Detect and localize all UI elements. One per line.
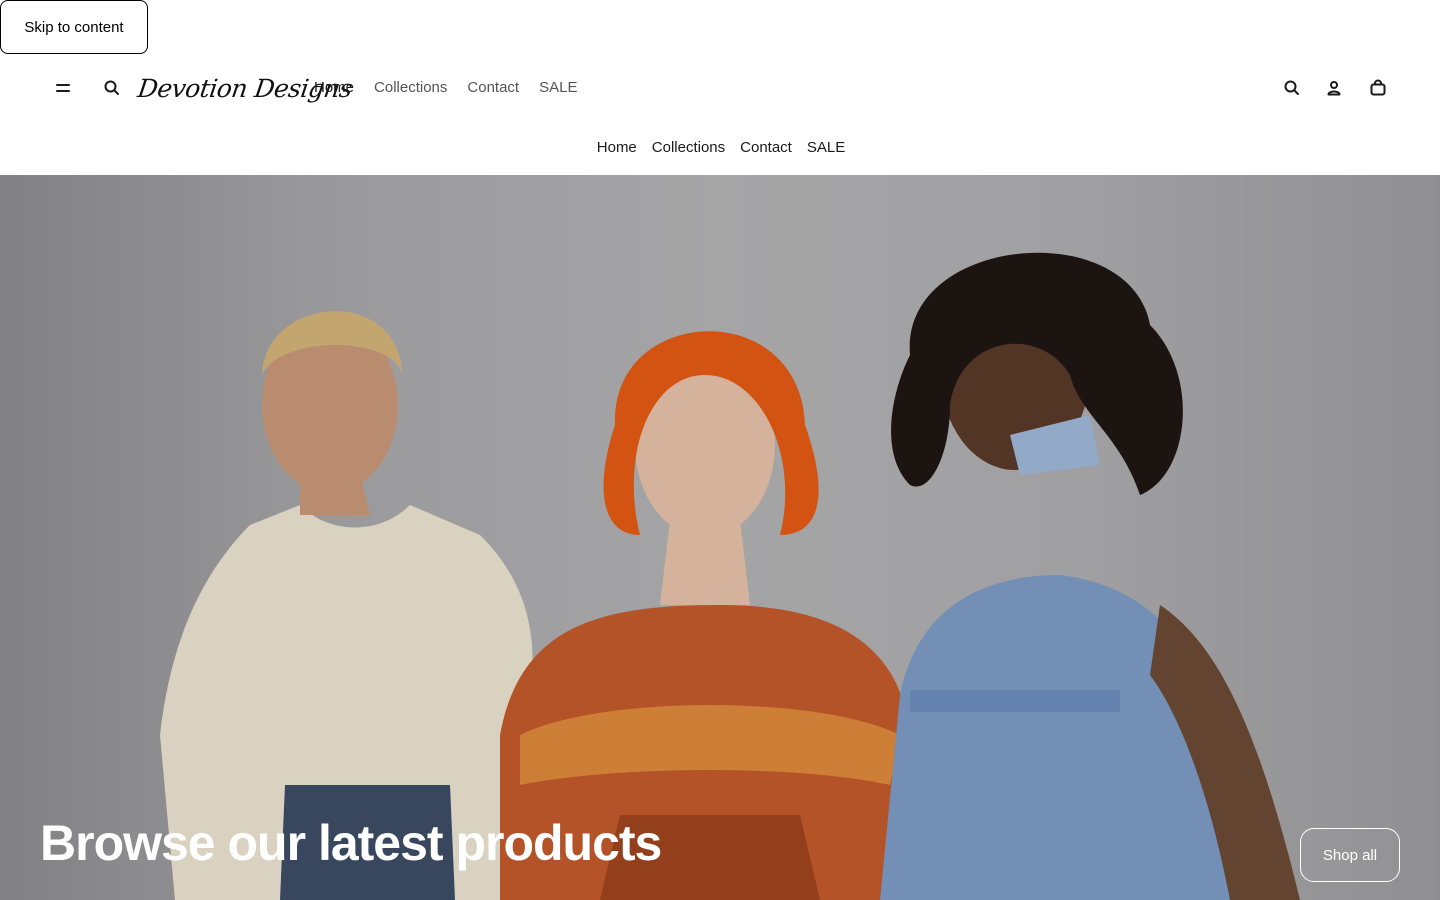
nav-link-collections[interactable]: Collections xyxy=(374,77,447,99)
nav-link-sale[interactable]: SALE xyxy=(539,77,577,99)
nav-link-contact[interactable]: Contact xyxy=(467,77,519,99)
store-logo[interactable]: Devotion Designs xyxy=(136,66,354,110)
primary-nav: Home Collections Contact SALE xyxy=(314,77,577,99)
hamburger-icon xyxy=(56,84,70,92)
shopping-bag-icon xyxy=(1370,79,1386,96)
cart-button[interactable] xyxy=(1364,74,1392,102)
account-button[interactable] xyxy=(1320,74,1348,102)
secondary-nav-sale[interactable]: SALE xyxy=(807,137,845,159)
site-header: Devotion Designs Home Collections Contac… xyxy=(0,0,1440,175)
user-icon xyxy=(1327,81,1341,96)
hero-heading: Browse our latest products xyxy=(40,815,662,871)
search-icon xyxy=(1284,80,1299,95)
menu-button[interactable] xyxy=(49,74,77,102)
hero-banner: Browse our latest products Shop all xyxy=(0,175,1440,900)
search-icon xyxy=(104,80,119,95)
secondary-nav-home[interactable]: Home xyxy=(597,137,637,159)
shop-all-button[interactable]: Shop all xyxy=(1300,828,1400,882)
search-button-right[interactable] xyxy=(1278,74,1306,102)
nav-link-home[interactable]: Home xyxy=(314,77,354,99)
secondary-nav-contact[interactable]: Contact xyxy=(740,137,792,159)
search-button-left[interactable] xyxy=(98,74,126,102)
skip-to-content-link[interactable]: Skip to content xyxy=(0,0,148,54)
secondary-nav-collections[interactable]: Collections xyxy=(652,137,725,159)
hero-dim-overlay xyxy=(0,175,1440,900)
secondary-nav: Home Collections Contact SALE xyxy=(0,137,1440,159)
